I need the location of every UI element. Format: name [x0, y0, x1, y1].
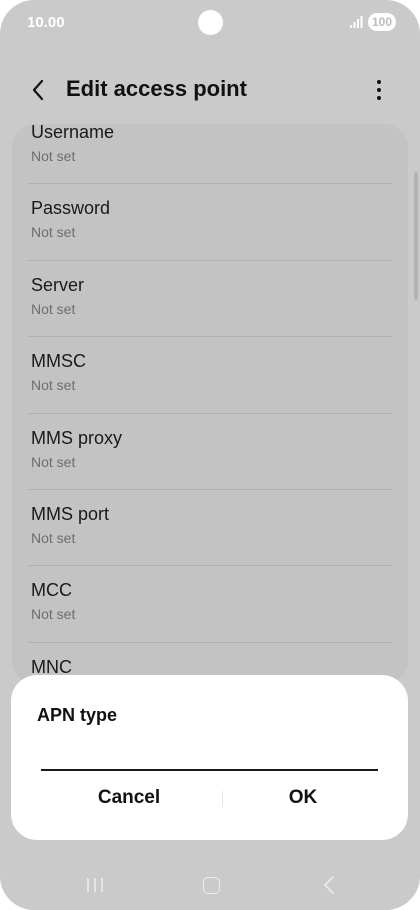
list-item-value: Not set — [31, 148, 76, 164]
signal-icon — [350, 16, 363, 28]
list-item-title: MMS port — [31, 503, 110, 524]
list-item-value: Not set — [31, 453, 76, 470]
list-item-value: Not set — [31, 300, 76, 317]
battery-indicator: 100 — [368, 13, 397, 31]
app-bar: Edit access point — [0, 60, 420, 120]
list-item-title: MCC — [31, 580, 72, 601]
page-title: Edit access point — [66, 76, 247, 101]
list-item-value: Not set — [31, 377, 76, 394]
list-item-value: Not set — [31, 224, 76, 241]
more-options-button[interactable] — [364, 72, 394, 108]
list-item-title: MMSC — [31, 351, 86, 372]
list-item-title: Server — [31, 274, 85, 295]
cancel-button[interactable]: Cancel — [54, 781, 204, 815]
dialog-title: APN type — [37, 705, 118, 725]
ok-button[interactable]: OK — [228, 781, 378, 815]
list-item-mmsc[interactable]: MMSC Not set — [12, 337, 408, 414]
phone-screen: 10.00 100 Edit access point Username Not… — [0, 0, 420, 910]
list-item-mms-proxy[interactable]: MMS proxy Not set — [12, 414, 408, 490]
navigation-bar — [0, 860, 420, 910]
settings-list-scroll: Username Not set Password Not set Server… — [12, 124, 408, 684]
button-divider — [222, 791, 223, 807]
back-icon[interactable] — [322, 875, 336, 895]
home-icon[interactable] — [203, 877, 220, 894]
list-item-mms-port[interactable]: MMS port Not set — [12, 490, 408, 567]
status-bar: 10.00 100 — [0, 0, 420, 46]
list-item-mcc[interactable]: MCC Not set — [12, 566, 408, 643]
list-item-password[interactable]: Password Not set — [12, 184, 408, 261]
list-item-title: Username — [31, 124, 115, 142]
status-time: 10.00 — [27, 14, 65, 31]
list-item-value: Not set — [31, 606, 76, 623]
camera-cutout — [198, 10, 223, 35]
apn-type-dialog: APN type Cancel OK — [11, 675, 408, 840]
list-item-value: Not set — [31, 529, 76, 546]
list-item-server[interactable]: Server Not set — [12, 261, 408, 338]
apn-type-input[interactable] — [41, 737, 378, 771]
scrollbar[interactable] — [414, 172, 418, 300]
back-button[interactable] — [20, 72, 56, 108]
settings-list: Username Not set Password Not set Server… — [12, 124, 408, 684]
list-item-title: Password — [31, 198, 111, 219]
recent-apps-icon[interactable] — [86, 877, 104, 893]
more-vertical-icon — [377, 80, 381, 84]
list-item-username[interactable]: Username Not set — [12, 124, 408, 185]
list-item-title: MMS proxy — [31, 427, 123, 448]
chevron-left-icon — [32, 79, 44, 101]
